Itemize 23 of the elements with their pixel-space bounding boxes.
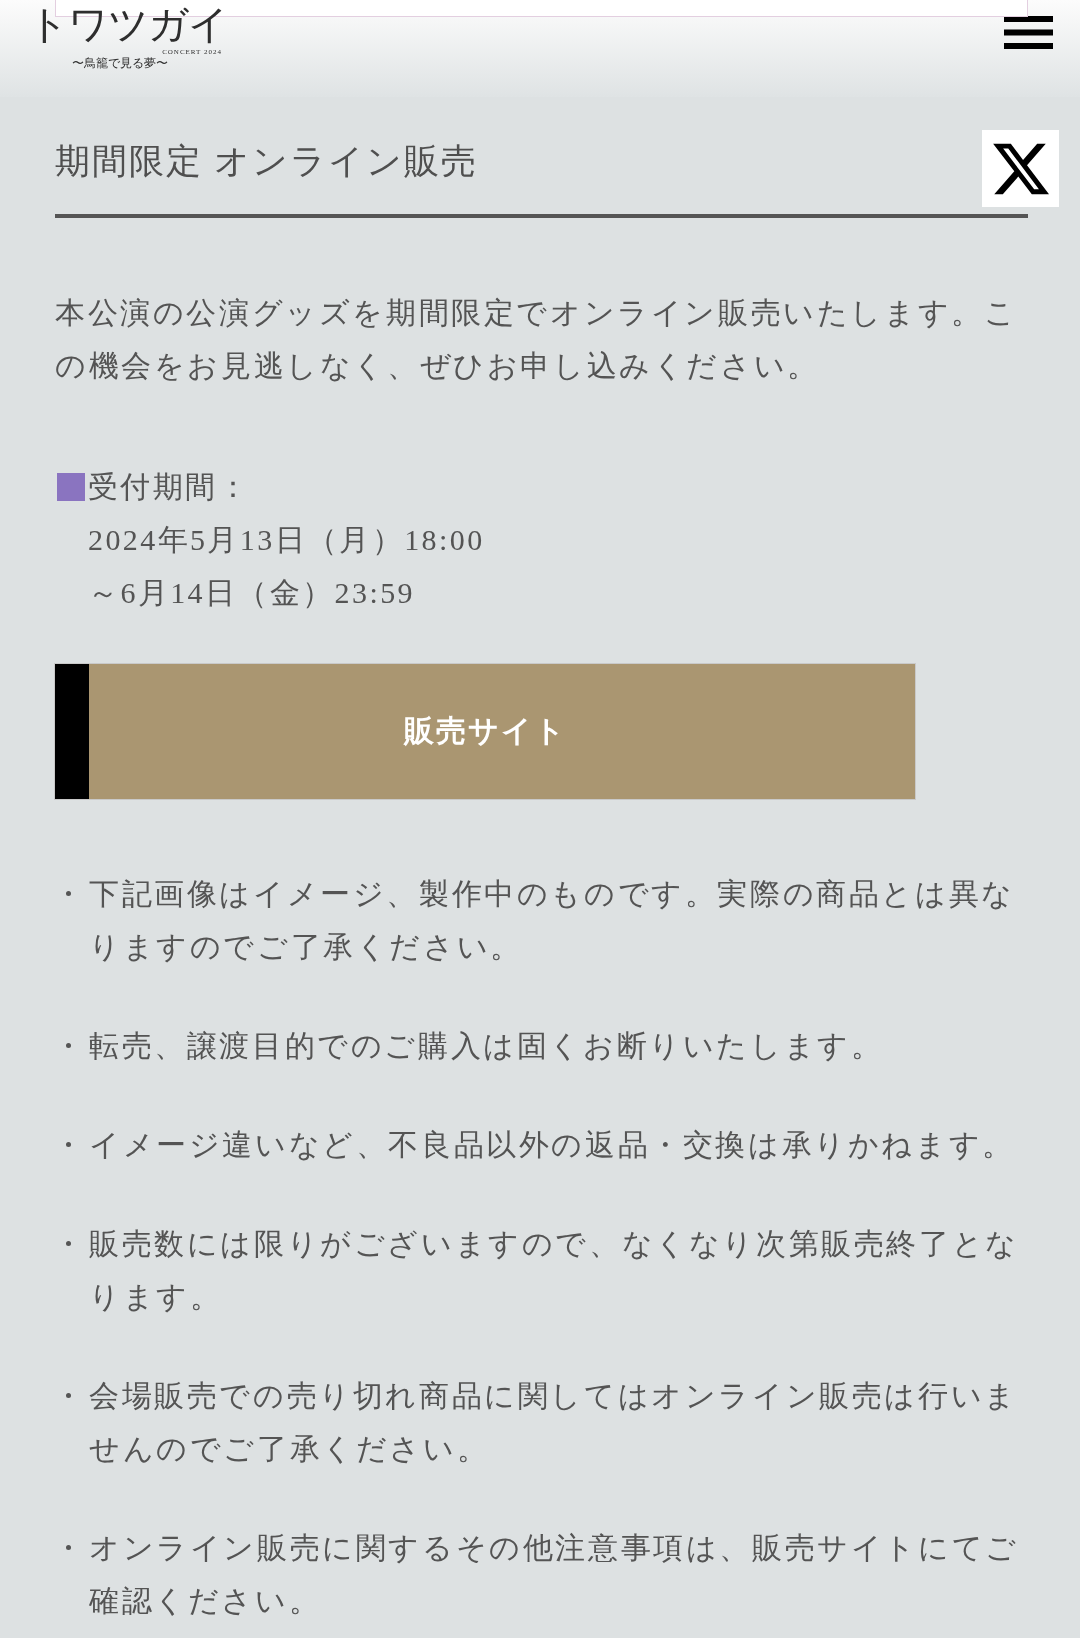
note-text: オンライン販売に関するその他注意事項は、販売サイトにてご確認ください。 (89, 1530, 1020, 1619)
menu-icon[interactable] (1004, 16, 1053, 49)
bullet-dot-icon (66, 1241, 71, 1246)
bullet-dot-icon (66, 1393, 71, 1398)
square-marker-icon (57, 472, 85, 501)
note-text: 下記画像はイメージ、製作中のものです。実際の商品とは異なりますのでご了承ください。 (89, 876, 1016, 965)
bullet-dot-icon (66, 1545, 71, 1550)
intro-text: 本公演の公演グッズを期間限定でオンライン販売いたします。この機会をお見逃しなく、ぜひお申し込みください。 (55, 295, 1019, 384)
bullet-dot-icon (66, 891, 71, 896)
x-logo-icon[interactable] (982, 130, 1059, 207)
logo-title: トワツガイ (28, 0, 228, 48)
note-text: 転売、譲渡目的でのご購入は固くお断りいたします。 (89, 1028, 885, 1064)
period-label: 受付期間： (88, 469, 250, 505)
period-date: ～6月14日（金）23:59 (88, 575, 415, 611)
note-text: 会場販売での売り切れ商品に関してはオンライン販売は行いませんのでご了承ください。 (89, 1378, 1019, 1467)
site-button[interactable]: 販売サイト (54, 663, 916, 800)
bullet-dot-icon (66, 1142, 71, 1147)
page-title: 期間限定 オンライン販売 (55, 142, 478, 182)
note-text: イメージ違いなど、不良品以外の返品・交換は承りかねます。 (89, 1127, 1016, 1163)
bullet-dot-icon (66, 1043, 71, 1048)
logo-subtitle: 〜鳥籠で見る夢〜 (72, 56, 168, 70)
note-text: 販売数には限りがございますので、なくなり次第販売終了となります。 (89, 1226, 1020, 1315)
period-date: 2024年5月13日（月）18:00 (88, 522, 485, 558)
